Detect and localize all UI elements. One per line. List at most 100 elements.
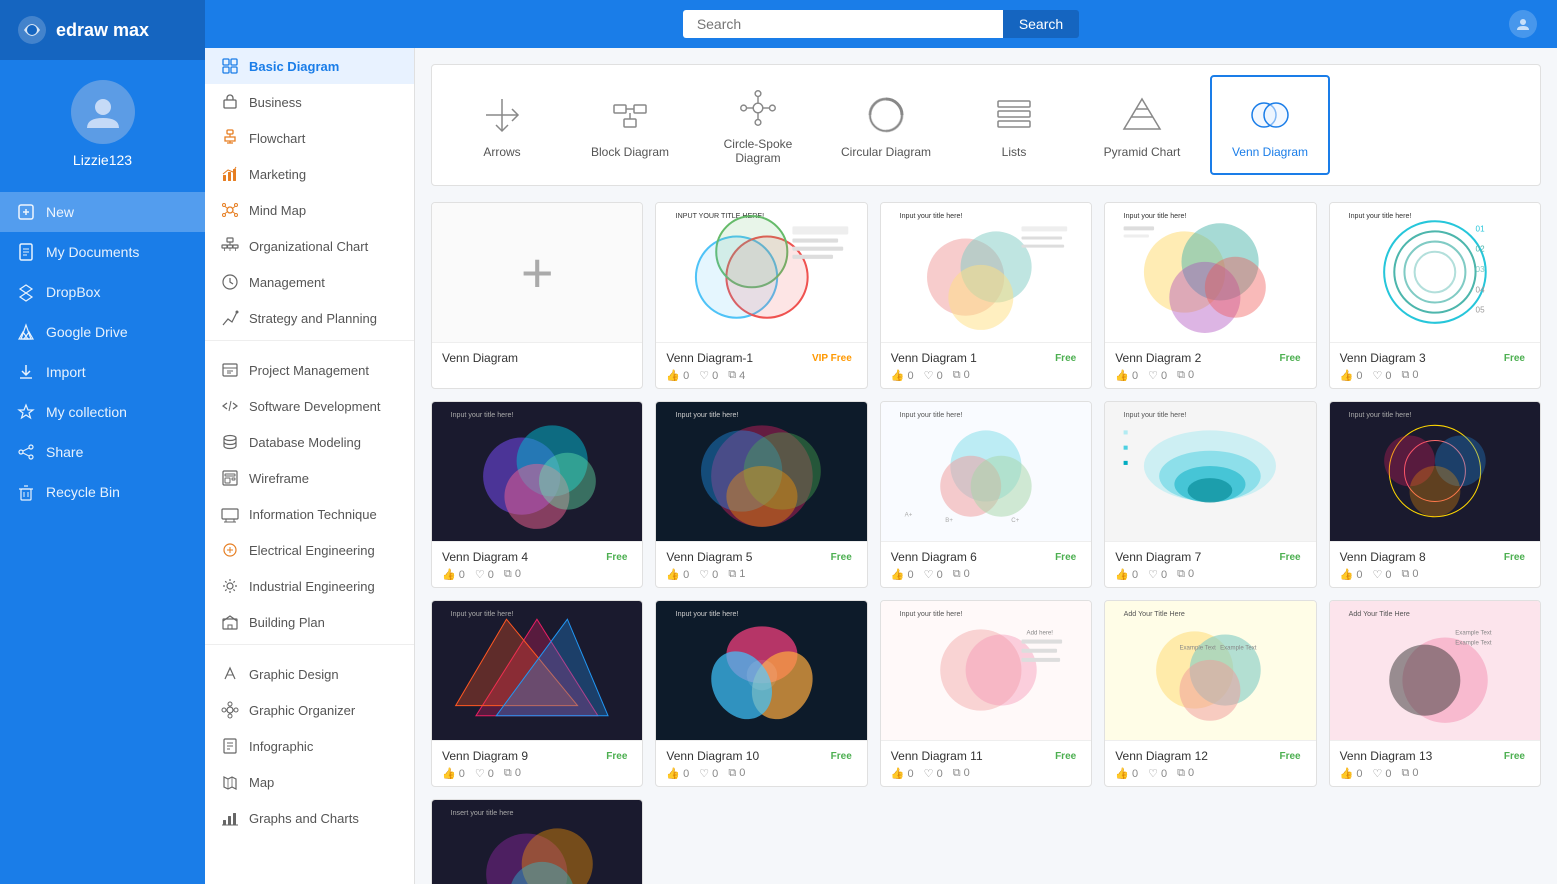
svg-text:Insert your title here: Insert your title here — [451, 810, 514, 818]
category-database-modeling[interactable]: Database Modeling — [205, 424, 414, 460]
sidebar-item-dropbox[interactable]: DropBox — [0, 272, 205, 312]
template-name-vd5: Venn Diagram 5 — [666, 550, 752, 564]
category-graphic-organizer[interactable]: Graphic Organizer — [205, 692, 414, 728]
topbar-user-icon[interactable] — [1509, 10, 1537, 38]
svg-text:Add Your Title Here: Add Your Title Here — [1124, 611, 1185, 619]
svg-text:01: 01 — [1475, 225, 1485, 234]
category-infographic[interactable]: Infographic — [205, 728, 414, 764]
svg-text:Input your title here!: Input your title here! — [675, 412, 738, 420]
type-icon-circle-spoke-label: Circle-Spoke Diagram — [708, 137, 808, 165]
sidebar-item-import[interactable]: Import — [0, 352, 205, 392]
template-card-vd4[interactable]: Input your title here! Venn Diagram 4 Fr… — [431, 401, 643, 588]
template-card-vd7[interactable]: Input your title here! Venn Diagr — [1104, 401, 1316, 588]
template-name-vd3: Venn Diagram 3 — [1340, 351, 1426, 365]
template-card-vd5[interactable]: Input your title here! Venn Diagram 5 Fr… — [655, 401, 867, 588]
template-info-vd7: Venn Diagram 7 Free 👍 0 ♡ 0 ⧉ 0 — [1105, 542, 1315, 587]
template-thumb-vd1b: Input your title here! — [881, 203, 1091, 343]
stat-hearts-vd1: ♡ 0 — [699, 369, 718, 382]
svg-text:Example Text: Example Text — [1221, 645, 1258, 652]
type-icon-arrows-label: Arrows — [483, 145, 520, 159]
type-icon-circular[interactable]: Circular Diagram — [826, 75, 946, 175]
template-info-vd3: Venn Diagram 3 Free 👍 0 ♡ 0 ⧉ 0 — [1330, 343, 1540, 388]
search-button[interactable]: Search — [1003, 10, 1079, 38]
category-graphic-design-label: Graphic Design — [249, 667, 339, 682]
type-icon-lists[interactable]: Lists — [954, 75, 1074, 175]
category-information-technique[interactable]: Information Technique — [205, 496, 414, 532]
sidebar-item-my-documents[interactable]: My Documents — [0, 232, 205, 272]
category-business[interactable]: Business — [205, 84, 414, 120]
category-strategy-and-planning[interactable]: Strategy and Planning — [205, 300, 414, 336]
type-icon-venn[interactable]: Venn Diagram — [1210, 75, 1330, 175]
template-card-new[interactable]: + Venn Diagram — [431, 202, 643, 389]
type-icon-arrows[interactable]: Arrows — [442, 75, 562, 175]
template-card-vd3[interactable]: Input your title here! 01 02 03 04 05 — [1329, 202, 1541, 389]
category-building-plan[interactable]: Building Plan — [205, 604, 414, 640]
stat-hearts-vd1b: ♡ 0 — [924, 369, 943, 382]
template-card-vd8[interactable]: Input your title here! Venn Diagram 8 Fr… — [1329, 401, 1541, 588]
category-flowchart[interactable]: Flowchart — [205, 120, 414, 156]
template-card-vd12[interactable]: Add Your Title Here Example Text Example… — [1104, 600, 1316, 787]
template-badge-vd8: Free — [1499, 551, 1530, 564]
template-card-vd10[interactable]: Input your title here! Venn Diagram 10 F… — [655, 600, 867, 787]
template-card-vd6[interactable]: Input your title here! A+ B+ C+ Venn Dia… — [880, 401, 1092, 588]
username: Lizzie123 — [73, 152, 132, 168]
category-project-management[interactable]: Project Management — [205, 352, 414, 388]
category-marketing[interactable]: Marketing — [205, 156, 414, 192]
search-input[interactable] — [683, 10, 1003, 38]
category-organizational-chart[interactable]: Organizational Chart — [205, 228, 414, 264]
sidebar-item-recycle-bin[interactable]: Recycle Bin — [0, 472, 205, 512]
template-card-vd1[interactable]: INPUT YOUR TITLE HERE! — [655, 202, 867, 389]
user-profile[interactable]: Lizzie123 — [0, 60, 205, 184]
type-icon-pyramid[interactable]: Pyramid Chart — [1082, 75, 1202, 175]
sidebar-item-dropbox-label: DropBox — [46, 284, 100, 300]
template-badge-vd13: Free — [1499, 750, 1530, 763]
template-thumb-vd8: Input your title here! — [1330, 402, 1540, 542]
category-basic-diagram[interactable]: Basic Diagram — [205, 48, 414, 84]
svg-text:Add here!: Add here! — [1027, 630, 1054, 637]
category-map[interactable]: Map — [205, 764, 414, 800]
content-area: Basic Diagram Business Flowchart — [205, 48, 1557, 884]
sidebar-item-my-collection-label: My collection — [46, 404, 127, 420]
sidebar-item-google-drive[interactable]: Google Drive — [0, 312, 205, 352]
svg-text:02: 02 — [1475, 245, 1485, 254]
sidebar-item-share[interactable]: Share — [0, 432, 205, 472]
template-thumb-vd3: Input your title here! 01 02 03 04 05 — [1330, 203, 1540, 343]
category-wireframe[interactable]: Wireframe — [205, 460, 414, 496]
svg-text:Input your title here!: Input your title here! — [451, 611, 514, 619]
template-card-vd11[interactable]: Input your title here! Add here! Venn Di… — [880, 600, 1092, 787]
sidebar-item-import-label: Import — [46, 364, 86, 380]
sidebar-item-new[interactable]: New — [0, 192, 205, 232]
category-industrial-engineering[interactable]: Industrial Engineering — [205, 568, 414, 604]
template-name-vd9: Venn Diagram 9 — [442, 749, 528, 763]
category-map-label: Map — [249, 775, 274, 790]
category-database-modeling-label: Database Modeling — [249, 435, 361, 450]
template-card-vd9[interactable]: Input your title here! Venn Diagram 9 Fr… — [431, 600, 643, 787]
type-icon-block-diagram-label: Block Diagram — [591, 145, 669, 159]
type-icon-circle-spoke[interactable]: Circle-Spoke Diagram — [698, 75, 818, 175]
sidebar-item-my-collection[interactable]: My collection — [0, 392, 205, 432]
category-graphic-design[interactable]: Graphic Design — [205, 656, 414, 692]
template-badge-vd2: Free — [1274, 352, 1305, 365]
template-card-vd1b[interactable]: Input your title here! Venn Diagram 1 — [880, 202, 1092, 389]
category-mind-map-label: Mind Map — [249, 203, 306, 218]
template-thumb-vd13: Add Your Title Here Example Text Example… — [1330, 601, 1540, 741]
type-icon-lists-label: Lists — [1002, 145, 1027, 159]
template-badge-vd11: Free — [1050, 750, 1081, 763]
category-industrial-engineering-label: Industrial Engineering — [249, 579, 375, 594]
template-name-vd4: Venn Diagram 4 — [442, 550, 528, 564]
category-infographic-label: Infographic — [249, 739, 313, 754]
template-card-vd2[interactable]: Input your title here! Venn Diagram 2 — [1104, 202, 1316, 389]
template-card-extra[interactable]: Insert your title here Insert your title… — [431, 799, 643, 884]
type-icon-pyramid-label: Pyramid Chart — [1104, 145, 1181, 159]
category-mind-map[interactable]: Mind Map — [205, 192, 414, 228]
template-info-new: Venn Diagram — [432, 343, 642, 375]
template-thumb-vd5: Input your title here! — [656, 402, 866, 542]
category-graphs-and-charts[interactable]: Graphs and Charts — [205, 800, 414, 836]
type-icon-block-diagram[interactable]: Block Diagram — [570, 75, 690, 175]
svg-text:Example Text: Example Text — [1180, 645, 1217, 652]
category-software-development[interactable]: Software Development — [205, 388, 414, 424]
category-management[interactable]: Management — [205, 264, 414, 300]
template-badge-vd5: Free — [826, 551, 857, 564]
category-electrical-engineering[interactable]: Electrical Engineering — [205, 532, 414, 568]
template-card-vd13[interactable]: Add Your Title Here Example Text Example… — [1329, 600, 1541, 787]
